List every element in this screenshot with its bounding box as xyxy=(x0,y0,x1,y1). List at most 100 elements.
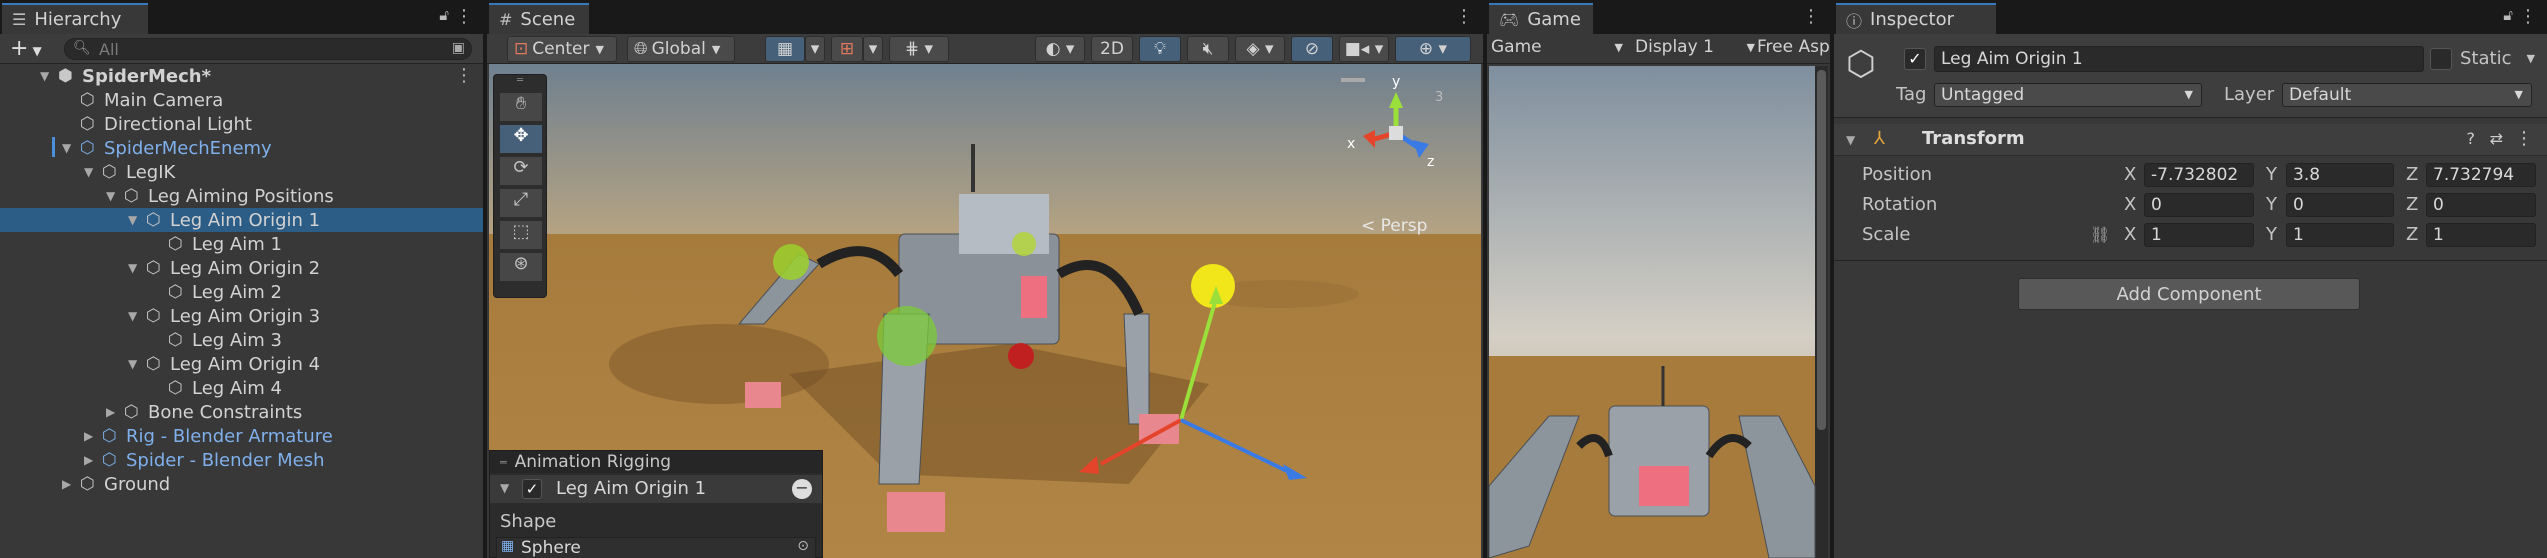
position-y-label[interactable]: Y xyxy=(2266,164,2277,185)
scene-menu-icon[interactable]: ⋮ xyxy=(455,65,473,86)
position-y-field[interactable]: 3.8 xyxy=(2286,163,2394,187)
rotation-y-label[interactable]: Y xyxy=(2266,194,2277,215)
hierarchy-item[interactable]: ▼ ⬡ Leg Aim Origin 4 xyxy=(0,352,483,376)
pivot-dropdown[interactable]: ⊡ Center ▼ xyxy=(507,36,617,62)
grid-snap-dropdown[interactable]: ▾ xyxy=(805,36,825,62)
hierarchy-item[interactable]: ▼ ⬡ Leg Aim Origin 2 xyxy=(0,256,483,280)
space-dropdown[interactable]: 🌐︎ Global ▼ xyxy=(627,36,735,62)
aspect-dropdown[interactable]: Free Asp xyxy=(1757,37,1829,61)
expand-arrow-icon[interactable]: ▼ xyxy=(84,165,93,179)
scale-y-label[interactable]: Y xyxy=(2266,224,2277,245)
constrain-proportions-icon[interactable]: ⛓︎ xyxy=(2090,225,2110,244)
help-icon[interactable]: ? xyxy=(2467,129,2476,148)
hierarchy-item[interactable]: ▼ ⬡ Leg Aim Origin 1 xyxy=(0,208,483,232)
shape-field[interactable]: ▦ Sphere ⊙ xyxy=(496,537,816,558)
collapse-arrow-icon[interactable]: ▶ xyxy=(62,477,71,491)
collapse-arrow-icon[interactable]: ▶ xyxy=(84,453,93,467)
overlay-header[interactable]: ═ Animation Rigging xyxy=(490,451,822,473)
game-view-dropdown[interactable]: Game ▼ xyxy=(1491,37,1625,61)
rotation-y-field[interactable]: 0 xyxy=(2286,193,2394,217)
rotation-z-field[interactable]: 0 xyxy=(2426,193,2536,217)
increment-snap-button[interactable]: ⊞ xyxy=(831,36,863,62)
expand-arrow-icon[interactable]: ▼ xyxy=(62,141,71,155)
orientation-gizmo[interactable]: x y z 3 xyxy=(1341,74,1451,178)
rect-tool-button[interactable]: ⬚ xyxy=(500,221,542,249)
hierarchy-item[interactable]: ⬡ Leg Aim 4 xyxy=(0,376,483,400)
lock-icon[interactable]: 🔓︎ xyxy=(439,6,449,24)
audio-toggle[interactable]: 🔇︎ xyxy=(1187,36,1229,62)
hierarchy-item[interactable]: ▶ ⬡ Spider - Blender Mesh xyxy=(0,448,483,472)
scale-z-field[interactable]: 1 xyxy=(2426,223,2536,247)
scale-y-field[interactable]: 1 xyxy=(2286,223,2394,247)
hierarchy-item[interactable]: ▼ ⬡ Leg Aiming Positions xyxy=(0,184,483,208)
position-z-label[interactable]: Z xyxy=(2406,164,2418,185)
hierarchy-item[interactable]: ⬡ Leg Aim 1 xyxy=(0,232,483,256)
projection-label[interactable]: < Persp xyxy=(1361,216,1427,236)
object-picker-icon[interactable]: ⊙ xyxy=(797,538,809,554)
add-component-button[interactable]: Add Component xyxy=(2018,278,2360,310)
rotation-x-field[interactable]: 0 xyxy=(2144,193,2254,217)
expand-arrow-icon[interactable]: ▼ xyxy=(128,357,137,371)
hierarchy-item[interactable]: ⬡ Leg Aim 3 xyxy=(0,328,483,352)
search-input[interactable]: 🔍︎ All ▣ xyxy=(64,38,472,60)
tab-hierarchy[interactable]: ☰ Hierarchy xyxy=(2,3,148,34)
object-name-field[interactable]: Leg Aim Origin 1 xyxy=(1934,46,2424,72)
lighting-toggle[interactable]: 💡︎ xyxy=(1139,36,1181,62)
layer-dropdown[interactable]: Default ▼ xyxy=(2282,83,2532,107)
grid-visibility-button[interactable]: ⋕ ▾ xyxy=(889,36,949,62)
hierarchy-item[interactable]: ▼ ⬡ LegIK xyxy=(0,160,483,184)
lock-icon[interactable]: 🔓︎ xyxy=(2503,6,2513,24)
scene-menu-icon[interactable]: ⋮ xyxy=(1455,6,1473,27)
add-object-button[interactable]: + ▼ xyxy=(10,36,42,61)
search-filter-icon[interactable]: ▣ xyxy=(452,40,465,56)
foldout-arrow[interactable]: ▼ xyxy=(500,481,509,495)
expand-arrow-icon[interactable]: ▼ xyxy=(128,309,137,323)
hierarchy-item[interactable]: ▶ ⬡ Rig - Blender Armature xyxy=(0,424,483,448)
collapse-arrow-icon[interactable]: ▶ xyxy=(84,429,93,443)
tab-scene[interactable]: # Scene xyxy=(489,3,589,34)
rotation-z-label[interactable]: Z xyxy=(2406,194,2418,215)
hierarchy-menu-icon[interactable]: ⋮ xyxy=(455,6,473,27)
display-dropdown[interactable]: Display 1 ▼ xyxy=(1635,37,1755,61)
static-checkbox[interactable] xyxy=(2430,48,2452,70)
hierarchy-item[interactable]: ▼ ⬡ SpiderMechEnemy xyxy=(0,136,483,160)
draw-mode-button[interactable]: ◐ ▾ xyxy=(1035,36,1085,62)
hierarchy-item[interactable]: ▶ ⬡ Bone Constraints xyxy=(0,400,483,424)
scale-x-field[interactable]: 1 xyxy=(2144,223,2254,247)
active-checkbox[interactable]: ✓ xyxy=(1904,48,1926,70)
game-menu-icon[interactable]: ⋮ xyxy=(1802,6,1820,27)
rotation-x-label[interactable]: X xyxy=(2124,194,2136,215)
collapse-arrow-icon[interactable]: ▶ xyxy=(106,405,115,419)
mode-2d-button[interactable]: 2D xyxy=(1091,36,1133,62)
move-tool-button[interactable]: ✥ xyxy=(500,125,542,153)
hierarchy-item[interactable]: ▼ ⬢ SpiderMech* ⋮ xyxy=(0,64,483,88)
drag-handle-icon[interactable]: ═ xyxy=(494,75,546,89)
expand-arrow-icon[interactable]: ▼ xyxy=(128,213,137,227)
tab-inspector[interactable]: ⓘ Inspector xyxy=(1836,3,1996,34)
camera-settings-button[interactable]: ■◂ ▾ xyxy=(1339,36,1389,62)
expand-arrow-icon[interactable]: ▼ xyxy=(128,261,137,275)
hand-tool-button[interactable]: ✋︎ xyxy=(500,93,542,121)
rotate-tool-button[interactable]: ⟳ xyxy=(500,157,542,185)
remove-icon[interactable]: − xyxy=(792,479,812,499)
gizmos-button[interactable]: ⊕ ▾ xyxy=(1395,36,1471,62)
chevron-down-icon[interactable]: ▼ xyxy=(2527,52,2535,65)
scale-x-label[interactable]: X xyxy=(2124,224,2136,245)
transform-tool-button[interactable]: ⊛ xyxy=(500,253,542,281)
hierarchy-item[interactable]: ⬡ Main Camera xyxy=(0,88,483,112)
hierarchy-item[interactable]: ▼ ⬡ Leg Aim Origin 3 xyxy=(0,304,483,328)
component-menu-icon[interactable]: ⋮ xyxy=(2515,128,2533,149)
scene-viewport[interactable]: ═ ✋︎ ✥ ⟳ ⤢ ⬚ ⊛ x y z 3 < Persp ═ Animati… xyxy=(489,64,1481,558)
tag-dropdown[interactable]: Untagged ▼ xyxy=(1934,83,2202,107)
item-checkbox[interactable]: ✓ xyxy=(522,479,542,499)
grid-snap-button[interactable]: ▦ xyxy=(765,36,805,62)
hierarchy-item[interactable]: ⬡ Directional Light xyxy=(0,112,483,136)
expand-arrow-icon[interactable]: ▼ xyxy=(106,189,115,203)
hierarchy-item[interactable]: ▶ ⬡ Ground xyxy=(0,472,483,496)
effects-button[interactable]: ◈ ▾ xyxy=(1235,36,1285,62)
position-z-field[interactable]: 7.732794 xyxy=(2426,163,2536,187)
transform-header[interactable]: ▼ ⅄ Transform ? ⇄ ⋮ xyxy=(1834,124,2547,156)
hierarchy-item[interactable]: ⬡ Leg Aim 2 xyxy=(0,280,483,304)
hidden-objects-toggle[interactable]: ⊘ xyxy=(1291,36,1333,62)
tab-game[interactable]: 🎮︎ Game xyxy=(1489,3,1593,34)
